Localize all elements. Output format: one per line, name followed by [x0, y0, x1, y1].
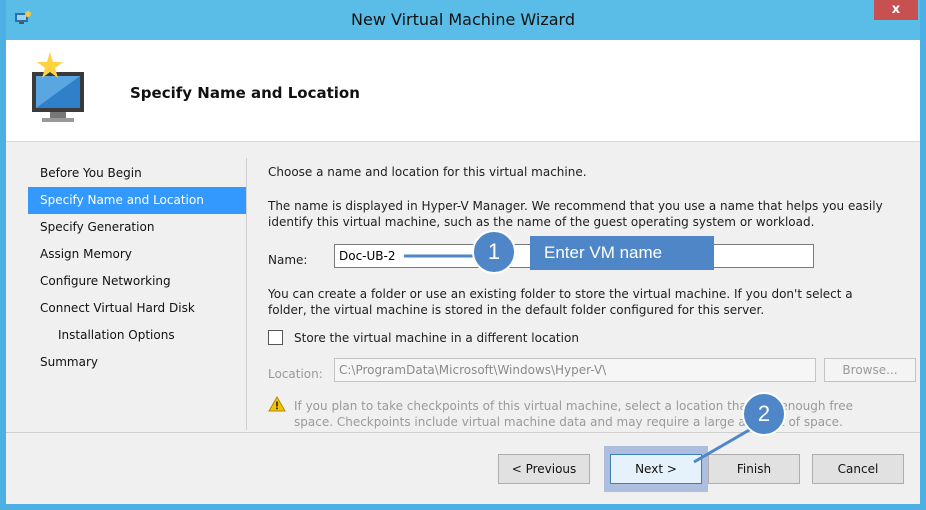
callout-1-badge: 1	[472, 230, 516, 274]
wizard-window: New Virtual Machine Wizard x Specify Nam…	[0, 0, 926, 510]
callout-1-label: Enter VM name	[530, 236, 714, 270]
callout-2-badge: 2	[742, 392, 786, 436]
callout-connectors	[404, 254, 764, 464]
